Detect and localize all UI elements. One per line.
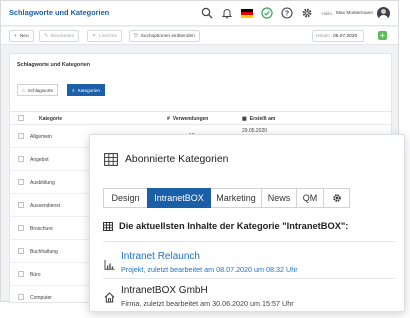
category-tabs: Design IntranetBOX Marketing News QM	[103, 188, 350, 208]
delete-button[interactable]: ✕ Löschen	[87, 30, 123, 42]
bell-icon[interactable]	[219, 5, 235, 21]
filter-icon: ▽	[134, 33, 138, 39]
divider	[103, 278, 395, 279]
row-name: Büro	[30, 272, 41, 278]
row-name: Ausbildung	[30, 180, 55, 186]
tab-design[interactable]: Design	[103, 188, 148, 208]
select-all-checkbox[interactable]	[18, 115, 24, 121]
row-name: Computer	[30, 295, 52, 301]
popup-title: Abonnierte Kategorien	[125, 154, 229, 165]
row-checkbox[interactable]	[18, 225, 24, 231]
row-checkbox[interactable]	[18, 133, 24, 139]
search-icon[interactable]	[199, 5, 215, 21]
table-icon	[104, 153, 118, 171]
user-name[interactable]: Max Mustermann	[336, 11, 373, 16]
avatar[interactable]	[377, 6, 390, 20]
row-checkbox[interactable]	[18, 156, 24, 162]
row-name: Broschure	[30, 226, 53, 232]
date-field[interactable]: Heute: 06.07.2020	[312, 30, 364, 42]
check-circle-icon[interactable]	[259, 5, 275, 21]
help-icon[interactable]: ?	[279, 5, 295, 21]
latest-heading-text: Die aktuellsten Inhalte der Kategorie "I…	[119, 221, 349, 231]
plus-icon: +	[14, 33, 17, 39]
subscribed-categories-popup: Abonnierte Kategorien Design IntranetBOX…	[89, 134, 405, 312]
column-created-label: Erstellt am	[249, 116, 276, 122]
tab-tags[interactable]: ⌂ Schlagworte	[17, 84, 59, 96]
tab-tags-label: Schlagworte	[27, 87, 54, 93]
tab-categories-label: Kategorien	[77, 87, 100, 93]
tab-intranetbox[interactable]: IntranetBOX	[147, 188, 211, 208]
new-button[interactable]: + Neu	[9, 30, 34, 42]
edit-button-label: Bearbeiten	[51, 33, 75, 39]
content-item-title[interactable]: Intranet Relaunch	[121, 251, 200, 262]
content-item-title[interactable]: IntranetBOX GmbH	[121, 285, 208, 296]
toolbar: + Neu ✎ Bearbeiten ✕ Löschen ▽ Suchoptio…	[1, 27, 398, 45]
close-icon: ✕	[92, 33, 97, 39]
column-created[interactable]: ▦ Erstellt am	[242, 116, 275, 122]
gear-icon	[332, 194, 341, 202]
greeting-text: Hallo	[321, 10, 332, 16]
row-checkbox[interactable]	[18, 202, 24, 208]
row-checkbox[interactable]	[18, 179, 24, 185]
column-category-label: Kategorie	[39, 116, 63, 122]
column-uses-label: Verwendungen	[172, 116, 209, 122]
delete-button-label: Löschen	[99, 33, 118, 39]
content-item-meta: Firma, zuletzt bearbeitet am 30.06.2020 …	[121, 299, 294, 308]
row-name: Allgemein	[30, 134, 52, 140]
chart-icon	[104, 257, 115, 275]
card-title: Schlagworte und Kategorien	[17, 62, 91, 68]
row-name: Buchhaltung	[30, 249, 58, 255]
tab-marketing[interactable]: Marketing	[210, 188, 262, 208]
german-flag-icon[interactable]	[239, 5, 255, 21]
add-button[interactable]: +	[378, 31, 387, 40]
table-header: Kategorie # Verwendungen ▦ Erstellt am	[10, 111, 391, 125]
pencil-icon: ✎	[44, 33, 49, 39]
tab-categories[interactable]: ≡ Kategorien	[67, 84, 105, 96]
app-header: Schlagworte und Kategorien ? Hallo Max M…	[1, 1, 398, 26]
home-icon	[104, 290, 115, 308]
search-options-label: Suchoptionen einblenden	[140, 33, 195, 39]
tab-qm[interactable]: QM	[296, 188, 324, 208]
tab-news[interactable]: News	[261, 188, 297, 208]
row-name: Aussendienst	[30, 203, 61, 209]
gear-icon[interactable]	[299, 5, 315, 21]
svg-text:?: ?	[285, 11, 289, 18]
row-checkbox[interactable]	[18, 271, 24, 277]
new-button-label: Neu	[19, 33, 29, 39]
date-value: 06.07.2020	[333, 33, 358, 39]
header-actions: ? Hallo Max Mustermann	[199, 5, 390, 21]
row-name: Angebot	[30, 157, 49, 163]
edit-button[interactable]: ✎ Bearbeiten	[39, 30, 80, 42]
table-icon	[103, 221, 113, 231]
calendar-icon: ▦	[242, 116, 247, 122]
latest-content-heading: Die aktuellsten Inhalte der Kategorie "I…	[103, 221, 348, 231]
hash-symbol: #	[167, 116, 170, 122]
divider	[103, 241, 395, 242]
row-checkbox[interactable]	[18, 294, 24, 300]
content-item-meta: Projekt, zuletzt bearbeitet am 08.07.202…	[121, 265, 298, 274]
tag-icon: ⌂	[22, 87, 25, 93]
tab-settings[interactable]	[323, 188, 350, 208]
column-category[interactable]: Kategorie	[39, 116, 62, 122]
page-title: Schlagworte und Kategorien	[9, 8, 110, 17]
row-checkbox[interactable]	[18, 248, 24, 254]
date-label: Heute:	[316, 33, 331, 39]
list-icon: ≡	[72, 87, 75, 93]
search-options-button[interactable]: ▽ Suchoptionen einblenden	[129, 30, 200, 42]
column-uses[interactable]: # Verwendungen	[167, 116, 208, 122]
